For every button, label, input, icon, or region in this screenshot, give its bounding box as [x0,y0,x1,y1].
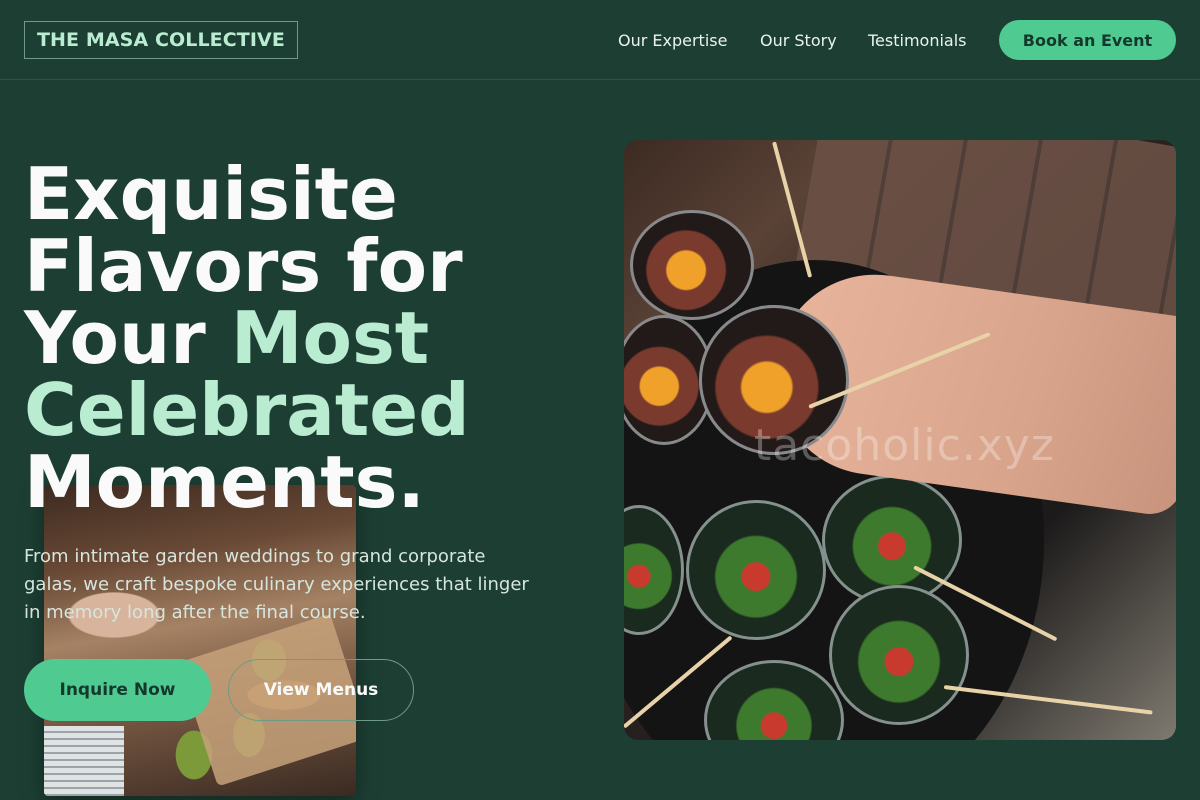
hero-food-photo: tacoholic.xyz [624,140,1176,740]
view-menus-button[interactable]: View Menus [228,659,414,721]
nav-link-our-story[interactable]: Our Story [760,0,837,80]
hero-subtitle: From intimate garden weddings to grand c… [24,546,529,623]
hero-headline: Exquisite Flavors for Your Most Celebrat… [24,158,544,518]
buffet-food-photo [44,485,356,796]
stacked-plates [44,726,124,796]
headline-text-end: Moments. [24,440,425,524]
photo-watermark: tacoholic.xyz [754,420,1055,471]
appetizer-cup [630,210,754,320]
site-logo[interactable]: THE MASA COLLECTIVE [24,21,298,59]
appetizer-cup [829,585,969,725]
site-header: THE MASA COLLECTIVE Our Expertise Our St… [0,0,1200,80]
nav-link-our-expertise[interactable]: Our Expertise [618,0,727,80]
inquire-now-button[interactable]: Inquire Now [24,659,211,721]
book-event-button[interactable]: Book an Event [999,20,1176,60]
nav-link-testimonials[interactable]: Testimonials [868,0,967,80]
appetizer-cup [686,500,826,640]
